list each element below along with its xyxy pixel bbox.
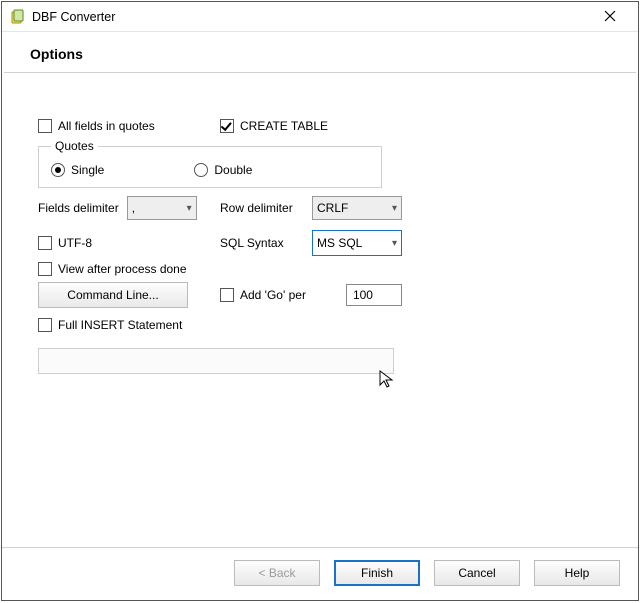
content-area: All fields in quotes CREATE TABLE Quotes… [2, 73, 638, 547]
help-button[interactable]: Help [534, 560, 620, 586]
checkbox-icon [38, 262, 52, 276]
quotes-single-radio[interactable]: Single [51, 163, 104, 177]
radio-icon [51, 163, 65, 177]
quotes-single-label: Single [71, 163, 104, 177]
row-delimiter-select[interactable]: CRLF ▾ [312, 196, 402, 220]
fields-delimiter-label: Fields delimiter [38, 201, 119, 215]
output-path-box [38, 348, 394, 374]
full-insert-checkbox[interactable]: Full INSERT Statement [38, 318, 182, 332]
checkbox-icon [38, 236, 52, 250]
add-go-per-label: Add 'Go' per [240, 288, 306, 302]
utf8-checkbox[interactable]: UTF-8 [38, 236, 92, 250]
view-after-checkbox[interactable]: View after process done [38, 262, 187, 276]
create-table-label: CREATE TABLE [240, 119, 328, 133]
sql-syntax-value: MS SQL [317, 236, 362, 250]
page-title: Options [2, 32, 638, 72]
app-window: DBF Converter Options All fields in quot… [1, 1, 639, 601]
fields-delimiter-select[interactable]: , ▾ [127, 196, 197, 220]
radio-icon [194, 163, 208, 177]
add-go-per-input[interactable] [346, 284, 402, 306]
titlebar: DBF Converter [2, 2, 638, 32]
cancel-button[interactable]: Cancel [434, 560, 520, 586]
back-button[interactable]: < Back [234, 560, 320, 586]
sql-syntax-label: SQL Syntax [220, 236, 304, 250]
window-title: DBF Converter [32, 10, 590, 24]
fields-delimiter-value: , [132, 201, 135, 215]
chevron-down-icon: ▾ [187, 203, 192, 214]
footer: < Back Finish Cancel Help [2, 547, 638, 600]
checkbox-icon [220, 119, 234, 133]
all-fields-in-quotes-label: All fields in quotes [58, 119, 155, 133]
quotes-group: Quotes Single Double [38, 139, 382, 188]
command-line-button[interactable]: Command Line... [38, 282, 188, 308]
add-go-per-checkbox[interactable]: Add 'Go' per [220, 288, 306, 302]
app-icon [10, 9, 26, 25]
checkbox-icon [220, 288, 234, 302]
full-insert-label: Full INSERT Statement [58, 318, 182, 332]
chevron-down-icon: ▾ [392, 238, 397, 249]
quotes-legend: Quotes [51, 139, 98, 153]
sql-syntax-select[interactable]: MS SQL ▾ [312, 230, 402, 256]
checkbox-icon [38, 119, 52, 133]
close-icon[interactable] [590, 9, 630, 25]
quotes-double-radio[interactable]: Double [194, 163, 252, 177]
chevron-down-icon: ▾ [392, 203, 397, 214]
quotes-double-label: Double [214, 163, 252, 177]
checkbox-icon [38, 318, 52, 332]
create-table-checkbox[interactable]: CREATE TABLE [220, 119, 328, 133]
finish-button[interactable]: Finish [334, 560, 420, 586]
utf8-label: UTF-8 [58, 236, 92, 250]
all-fields-in-quotes-checkbox[interactable]: All fields in quotes [38, 119, 155, 133]
row-delimiter-label: Row delimiter [220, 201, 304, 215]
row-delimiter-value: CRLF [317, 201, 348, 215]
view-after-label: View after process done [58, 262, 187, 276]
